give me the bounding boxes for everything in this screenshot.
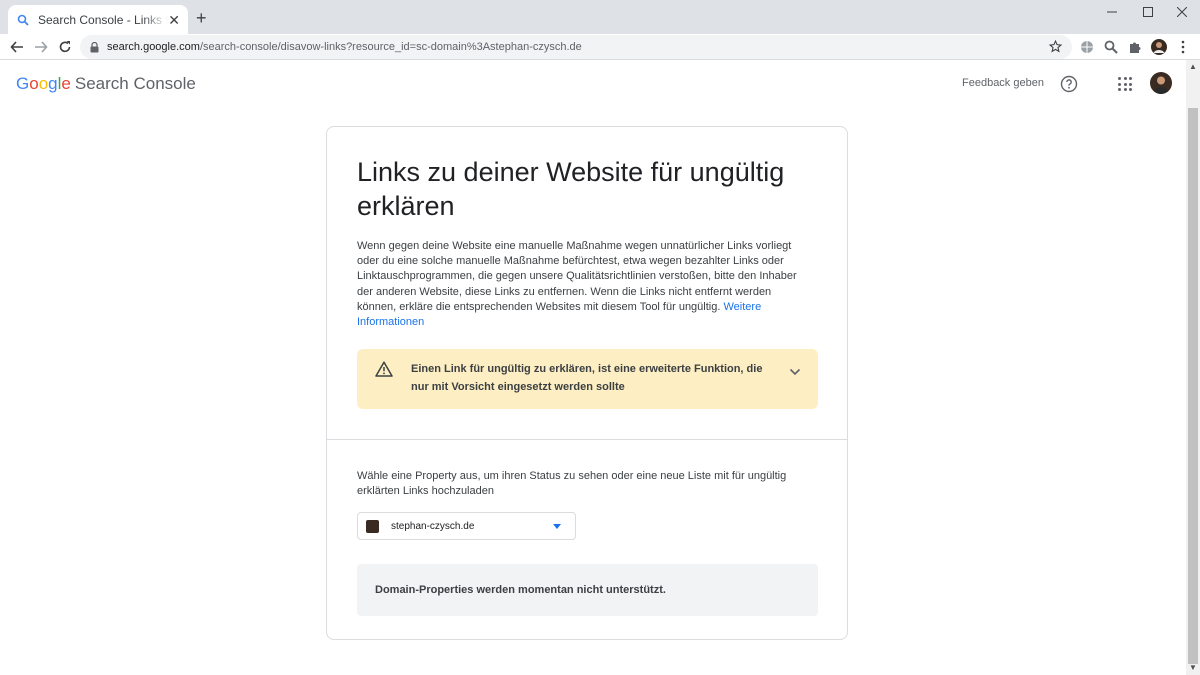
extension-puzzle-icon[interactable] (1126, 38, 1144, 56)
warning-text: Einen Link für ungültig zu erklären, ist… (411, 363, 763, 393)
google-apps-icon[interactable] (1118, 77, 1132, 91)
window-close-icon[interactable] (1164, 0, 1200, 24)
page-scrollbar[interactable]: ▲ ▼ (1186, 60, 1200, 675)
property-avatar (366, 519, 379, 533)
scrollbar-thumb[interactable] (1188, 108, 1198, 664)
browser-tab[interactable]: Search Console - Links für ungültig erkl… (8, 5, 188, 34)
warning-banner[interactable]: Einen Link für ungültig zu erklären, ist… (357, 349, 818, 409)
dropdown-caret-icon (553, 524, 561, 529)
back-icon[interactable] (8, 38, 26, 56)
minimize-icon[interactable] (1094, 0, 1130, 24)
unsupported-notice: Domain-Properties werden momentan nicht … (357, 564, 818, 616)
extension-magnifier-icon[interactable] (1102, 38, 1120, 56)
tab-close-icon[interactable]: ✕ (168, 13, 180, 27)
search-console-logo[interactable]: Google Search Console (16, 74, 196, 94)
feedback-button[interactable]: Feedback geben (962, 77, 1044, 89)
menu-icon[interactable] (1174, 38, 1192, 56)
browser-tabbar: Search Console - Links für ungültig erkl… (0, 0, 1200, 34)
page-viewport: Google Search Console Feedback geben Lin… (0, 60, 1186, 675)
maximize-icon[interactable] (1130, 0, 1166, 24)
url-host: search.google.com (107, 41, 200, 53)
extension-globe-icon[interactable] (1078, 38, 1096, 56)
property-selected-value: stephan-czysch.de (391, 520, 475, 532)
help-icon[interactable] (1060, 75, 1078, 93)
reload-icon[interactable] (56, 38, 74, 56)
tab-title: Search Console - Links für ungültig erkl… (38, 12, 168, 27)
section-divider (327, 439, 847, 440)
app-header: Google Search Console Feedback geben (0, 60, 1186, 108)
notice-text: Domain-Properties werden momentan nicht … (375, 584, 666, 596)
star-icon[interactable] (1048, 39, 1063, 56)
intro-text: Wenn gegen deine Website eine manuelle M… (357, 239, 797, 330)
lock-icon (90, 41, 99, 53)
google-wordmark: Google (16, 74, 71, 93)
new-tab-button[interactable]: + (196, 9, 207, 27)
warning-icon (375, 361, 393, 382)
address-bar[interactable]: search.google.com/search-console/disavow… (80, 35, 1072, 59)
page-title: Links zu deiner Website für ungültig erk… (357, 157, 785, 221)
avatar[interactable] (1150, 72, 1172, 94)
scroll-down-icon[interactable]: ▼ (1189, 663, 1197, 672)
search-console-favicon-icon (16, 13, 30, 27)
url-path: /search-console/disavow-links?resource_i… (199, 41, 582, 53)
browser-toolbar: search.google.com/search-console/disavow… (0, 34, 1200, 60)
property-instruction: Wähle eine Property aus, um ihren Status… (357, 470, 787, 498)
chevron-down-icon[interactable] (789, 363, 801, 381)
property-select[interactable]: stephan-czysch.de (357, 512, 576, 540)
scroll-up-icon[interactable]: ▲ (1189, 62, 1197, 71)
forward-icon[interactable] (32, 38, 50, 56)
profile-icon[interactable] (1150, 38, 1168, 56)
product-name: Search Console (74, 74, 196, 93)
disavow-card: Links zu deiner Website für ungültig erk… (326, 126, 848, 640)
